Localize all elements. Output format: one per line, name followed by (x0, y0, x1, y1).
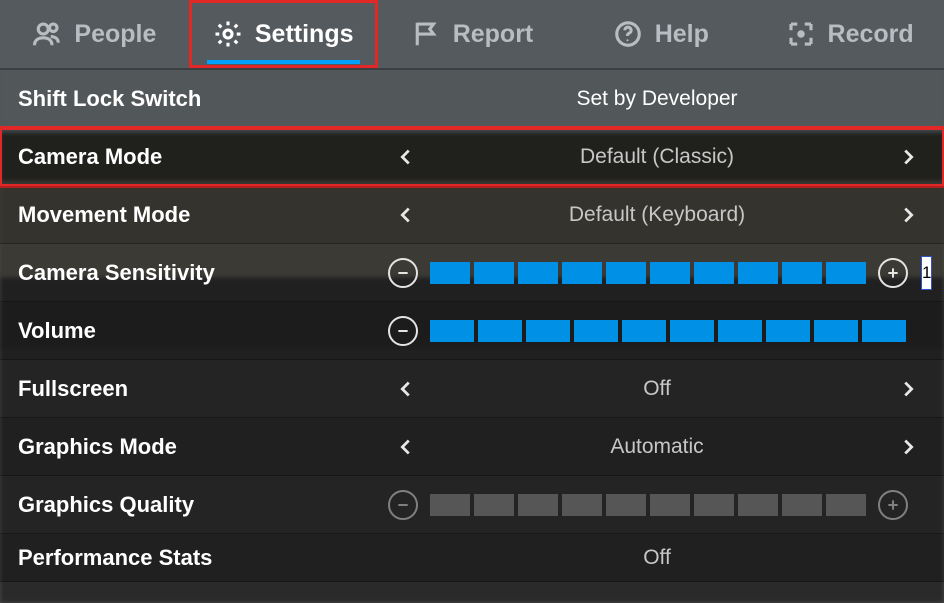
increment-button[interactable] (878, 258, 908, 288)
row-label: Movement Mode (18, 202, 388, 228)
prev-button[interactable] (388, 146, 424, 168)
sensitivity-slider[interactable] (430, 262, 866, 284)
row-value: Automatic (610, 435, 703, 459)
prev-button[interactable] (388, 378, 424, 400)
help-icon (613, 19, 643, 49)
tab-label: Help (655, 20, 709, 49)
sensitivity-input[interactable]: 1 (922, 257, 931, 289)
prev-button[interactable] (388, 436, 424, 458)
row-camera-mode: Camera Mode Default (Classic) (0, 128, 944, 186)
row-volume: Volume (0, 302, 944, 360)
settings-overlay: People Settings Report Help (0, 0, 944, 603)
row-value: Default (Keyboard) (569, 203, 745, 227)
row-label: Graphics Quality (18, 492, 388, 518)
tab-settings[interactable]: Settings (189, 0, 378, 68)
volume-slider[interactable] (430, 320, 906, 342)
next-button[interactable] (890, 146, 926, 168)
tab-label: Report (453, 20, 534, 49)
row-label: Camera Sensitivity (18, 260, 388, 286)
next-button[interactable] (890, 204, 926, 226)
row-label: Performance Stats (18, 545, 388, 571)
tab-people[interactable]: People (0, 0, 189, 68)
prev-button[interactable] (388, 204, 424, 226)
tab-label: Settings (255, 20, 354, 49)
next-button[interactable] (890, 378, 926, 400)
row-graphics-quality: Graphics Quality (0, 476, 944, 534)
row-fullscreen: Fullscreen Off (0, 360, 944, 418)
row-label: Fullscreen (18, 376, 388, 402)
row-performance-stats: Performance Stats Off (0, 534, 944, 582)
quality-slider[interactable] (430, 494, 866, 516)
tab-label: People (74, 20, 156, 49)
settings-list: Shift Lock Switch Set by Developer Camer… (0, 70, 944, 582)
tab-label: Record (828, 20, 914, 49)
tab-bar: People Settings Report Help (0, 0, 944, 70)
gear-icon (213, 19, 243, 49)
decrement-button[interactable] (388, 316, 418, 346)
row-movement-mode: Movement Mode Default (Keyboard) (0, 186, 944, 244)
tab-record[interactable]: Record (755, 0, 944, 68)
row-shift-lock: Shift Lock Switch Set by Developer (0, 70, 944, 128)
increment-button[interactable] (878, 490, 908, 520)
people-icon (32, 19, 62, 49)
flag-icon (411, 19, 441, 49)
tab-help[interactable]: Help (566, 0, 755, 68)
tab-report[interactable]: Report (378, 0, 567, 68)
row-label: Volume (18, 318, 388, 344)
row-label: Camera Mode (18, 144, 388, 170)
row-value: Set by Developer (576, 87, 737, 111)
row-value: Default (Classic) (580, 145, 734, 169)
row-graphics-mode: Graphics Mode Automatic (0, 418, 944, 476)
row-camera-sensitivity: Camera Sensitivity 1 (0, 244, 944, 302)
next-button[interactable] (890, 436, 926, 458)
row-value: Off (643, 546, 671, 570)
record-icon (786, 19, 816, 49)
row-value: Off (643, 377, 671, 401)
row-label: Shift Lock Switch (18, 86, 388, 112)
decrement-button[interactable] (388, 490, 418, 520)
row-label: Graphics Mode (18, 434, 388, 460)
decrement-button[interactable] (388, 258, 418, 288)
